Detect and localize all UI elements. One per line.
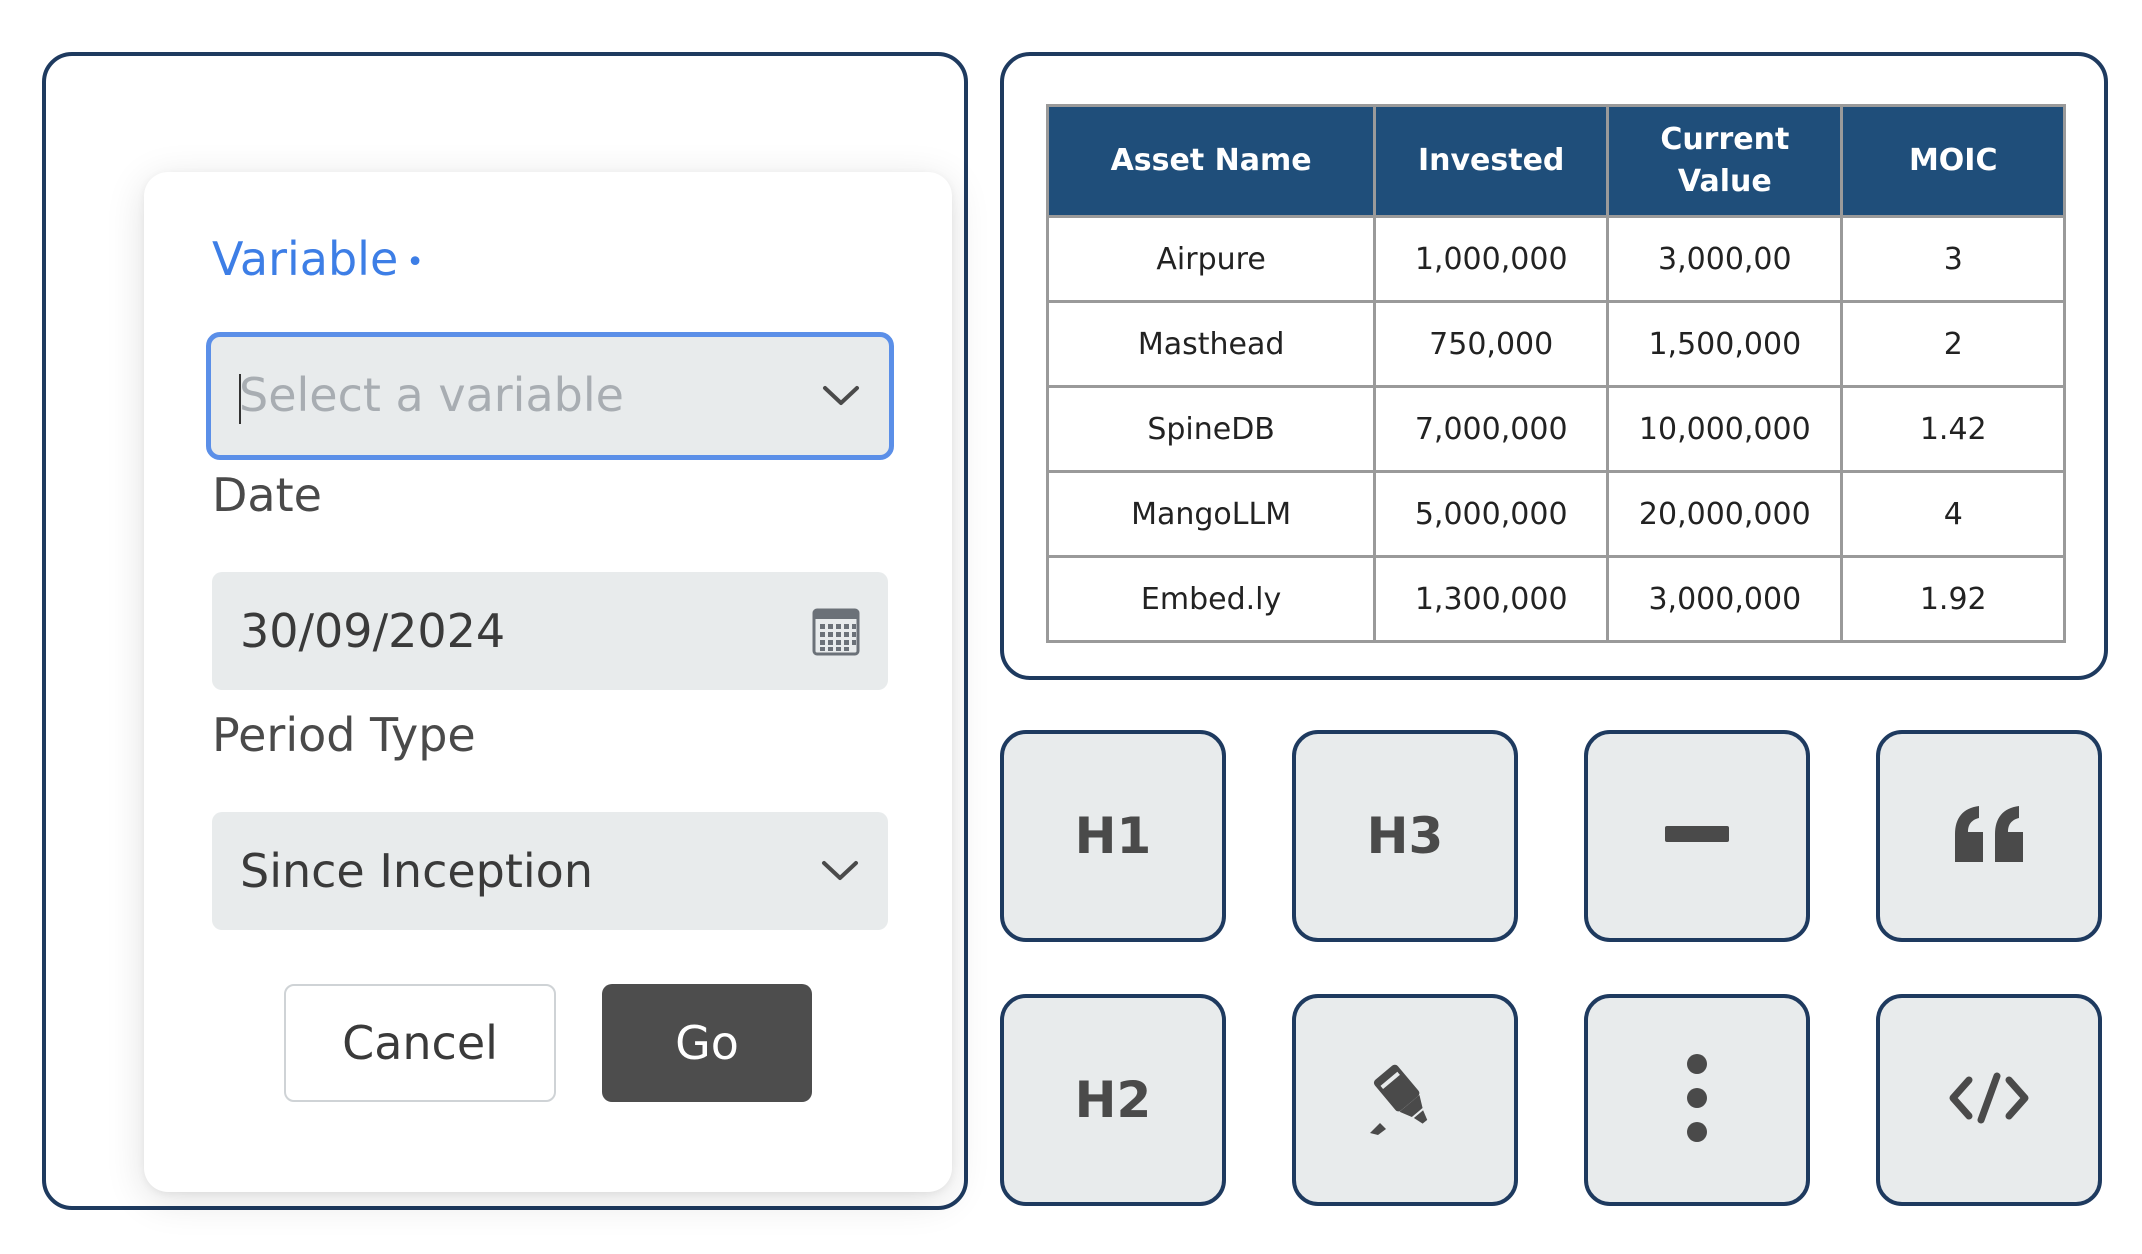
table-cell: Airpure: [1045, 215, 1377, 303]
table-row: Embed.ly 1,300,000 3,000,000 1.92: [1045, 555, 2066, 643]
table-cell: 3,000,00: [1606, 215, 1844, 303]
table-row: Airpure 1,000,000 3,000,00 3: [1045, 215, 2066, 303]
table-header-row: Asset Name Invested Current Value MOIC: [1045, 104, 2066, 218]
period-type-label: Period Type: [212, 708, 476, 762]
table-cell: 1.92: [1840, 555, 2066, 643]
table-cell: SpineDB: [1045, 385, 1377, 473]
table-cell: 10,000,000: [1606, 385, 1844, 473]
table-cell: 750,000: [1373, 300, 1610, 388]
table-cell: MangoLLM: [1045, 470, 1377, 558]
quote-icon: [1951, 804, 2027, 868]
chevron-down-icon: [820, 859, 860, 883]
go-button[interactable]: Go: [602, 984, 812, 1102]
table-cell: Embed.ly: [1045, 555, 1377, 643]
code-block-button[interactable]: [1876, 994, 2102, 1206]
heading-2-label: H2: [1074, 1071, 1152, 1129]
chevron-down-icon: [821, 384, 861, 408]
table-cell: 20,000,000: [1606, 470, 1844, 558]
heading-3-button[interactable]: H3: [1292, 730, 1518, 942]
date-field[interactable]: 30/09/2024: [212, 572, 888, 690]
table-cell: 1.42: [1840, 385, 2066, 473]
variable-label: Variable •: [212, 232, 424, 286]
highlight-button[interactable]: [1292, 994, 1518, 1206]
column-header-invested: Invested: [1373, 104, 1610, 218]
period-type-select[interactable]: Since Inception: [212, 812, 888, 930]
table-cell: 3,000,000: [1606, 555, 1844, 643]
column-header-moic: MOIC: [1840, 104, 2066, 218]
table-cell: Masthead: [1045, 300, 1377, 388]
cancel-button[interactable]: Cancel: [284, 984, 556, 1102]
highlighter-icon: [1366, 1059, 1444, 1141]
variable-label-text: Variable: [212, 232, 399, 286]
form-panel: Variable • Select a variable Date 30/09/2…: [42, 52, 968, 1210]
table-cell: 2: [1840, 300, 2066, 388]
asset-table-panel: Asset Name Invested Current Value MOIC A…: [1000, 52, 2108, 680]
more-options-button[interactable]: [1584, 994, 1810, 1206]
filter-form-card: Variable • Select a variable Date 30/09/2…: [144, 172, 952, 1192]
asset-table: Asset Name Invested Current Value MOIC A…: [1045, 104, 2066, 643]
blockquote-button[interactable]: [1876, 730, 2102, 942]
table-cell: 7,000,000: [1373, 385, 1610, 473]
code-icon: [1949, 1072, 2029, 1128]
table-cell: 3: [1840, 215, 2066, 303]
date-value: 30/09/2024: [240, 604, 506, 658]
variable-select[interactable]: Select a variable: [206, 332, 894, 460]
period-type-value: Since Inception: [240, 844, 593, 898]
variable-select-placeholder: Select a variable: [239, 368, 624, 424]
horizontal-rule-icon: [1665, 824, 1729, 848]
column-header-current-value: Current Value: [1606, 104, 1844, 218]
column-header-asset-name: Asset Name: [1045, 104, 1377, 218]
table-row: Masthead 750,000 1,500,000 2: [1045, 300, 2066, 388]
table-cell: 1,000,000: [1373, 215, 1610, 303]
heading-1-button[interactable]: H1: [1000, 730, 1226, 942]
more-vertical-icon: [1685, 1052, 1709, 1148]
table-cell: 1,300,000: [1373, 555, 1610, 643]
table-cell: 5,000,000: [1373, 470, 1610, 558]
heading-3-label: H3: [1366, 807, 1444, 865]
table-cell: 4: [1840, 470, 2066, 558]
horizontal-rule-button[interactable]: [1584, 730, 1810, 942]
heading-1-label: H1: [1074, 807, 1152, 865]
required-marker: •: [406, 245, 424, 280]
table-cell: 1,500,000: [1606, 300, 1844, 388]
heading-2-button[interactable]: H2: [1000, 994, 1226, 1206]
date-label: Date: [212, 468, 322, 522]
table-row: MangoLLM 5,000,000 20,000,000 4: [1045, 470, 2066, 558]
calendar-icon[interactable]: [812, 606, 860, 656]
table-row: SpineDB 7,000,000 10,000,000 1.42: [1045, 385, 2066, 473]
